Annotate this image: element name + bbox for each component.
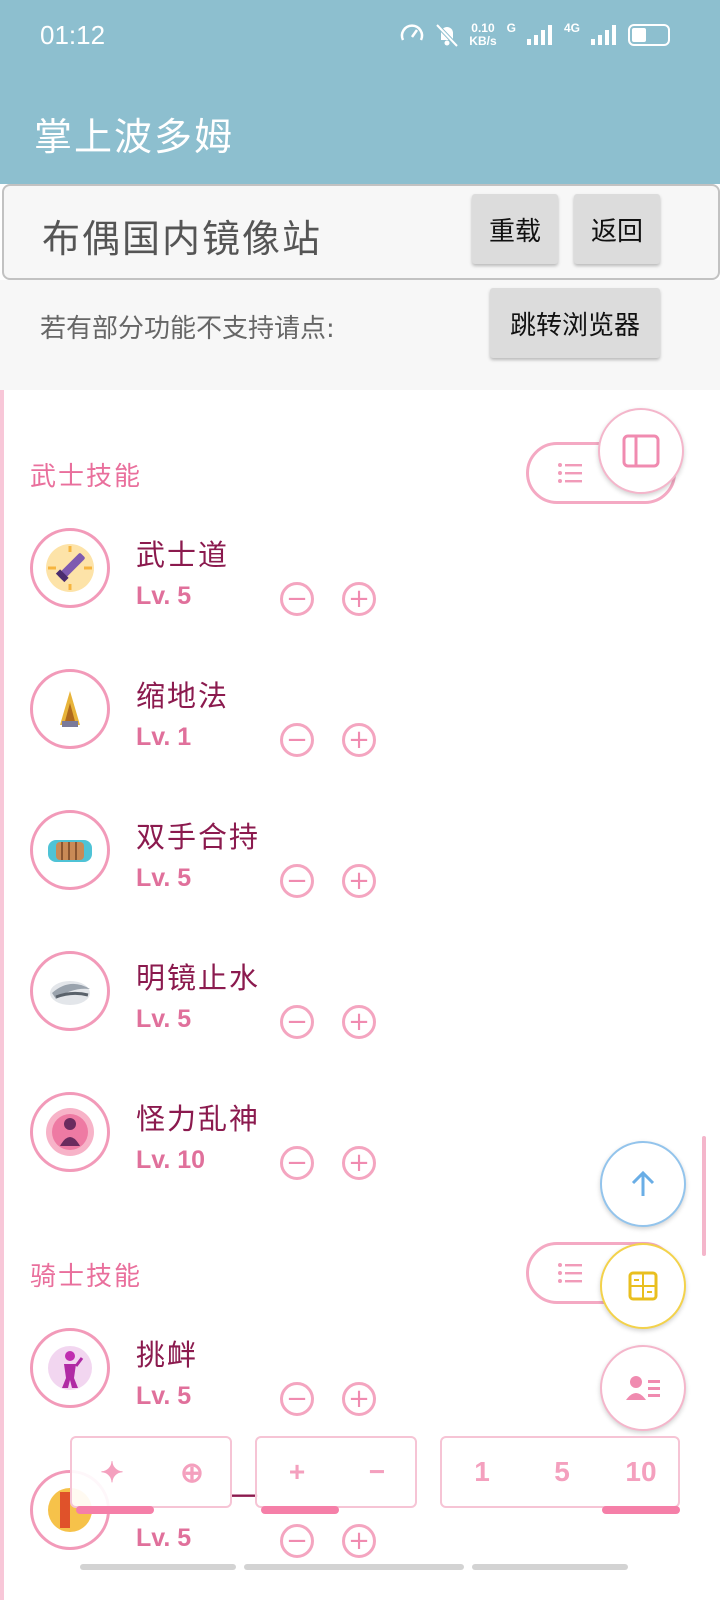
decrease-level-button[interactable]: − <box>280 1524 314 1558</box>
notice-text: 若有部分功能不支持请点: <box>40 314 335 344</box>
step-10-button[interactable]: 10 <box>602 1438 680 1506</box>
skill-level: Lv. 5 <box>136 582 192 610</box>
battery-icon <box>628 24 670 46</box>
back-button[interactable]: 返回 <box>574 194 660 264</box>
increase-level-button[interactable]: + <box>342 1382 376 1416</box>
skill-row: 武士道 Lv. 5 − + <box>30 528 530 628</box>
add-circle-mode-button[interactable]: ⊕ <box>152 1438 232 1506</box>
scrollbar-thumb[interactable] <box>702 1136 706 1256</box>
speedometer-icon <box>401 24 424 41</box>
fist-icon <box>48 840 92 862</box>
skill-level: Lv. 1 <box>136 723 192 751</box>
minus-mode-button[interactable]: − <box>337 1438 417 1506</box>
horizontal-scroll-segment <box>80 1564 236 1570</box>
scroll-to-top-button[interactable] <box>600 1141 686 1227</box>
skill-avatar-two-hand <box>30 810 110 890</box>
reload-button[interactable]: 重载 <box>472 194 558 264</box>
step-button-group: 1 5 10 <box>440 1436 680 1514</box>
sword-icon <box>46 544 94 592</box>
skill-level: Lv. 5 <box>136 864 192 892</box>
network-type-2: 4G <box>563 21 580 35</box>
skill-avatar-mirror <box>30 951 110 1031</box>
horizontal-scroll-segment <box>244 1564 464 1570</box>
character-profile-button[interactable] <box>600 1345 686 1431</box>
skill-name: 双手合持 <box>136 820 261 854</box>
section-title-samurai: 武士技能 <box>30 462 143 492</box>
signal-icon-2 <box>591 25 616 45</box>
app-title: 掌上波多姆 <box>34 115 235 159</box>
app-bar: 掌上波多姆 <box>0 72 720 184</box>
status-icons: 0.10 KB/s G 4G <box>399 21 670 48</box>
dash-icon <box>60 691 80 727</box>
calculator-button[interactable] <box>600 1243 686 1329</box>
skill-avatar-berserk <box>30 1092 110 1172</box>
skill-row: 双手合持 Lv. 5 − + <box>30 810 530 910</box>
increase-level-button[interactable]: + <box>342 1146 376 1180</box>
increase-level-button[interactable]: + <box>342 864 376 898</box>
sparkle-mode-button[interactable]: ✦ <box>72 1438 152 1506</box>
skill-avatar-provoke <box>30 1328 110 1408</box>
skill-row: 缩地法 Lv. 1 − + <box>30 669 530 769</box>
step-5-button[interactable]: 5 <box>522 1438 602 1506</box>
skill-level: Lv. 5 <box>136 1005 192 1033</box>
signal-icon <box>526 25 552 45</box>
skill-row: 怪力乱神 Lv. 10 − + <box>30 1092 530 1192</box>
decrease-level-button[interactable]: − <box>280 582 314 616</box>
skill-row: 明镜止水 Lv. 5 − + <box>30 951 530 1051</box>
increase-level-button[interactable]: + <box>342 582 376 616</box>
calculator-icon <box>628 1271 658 1301</box>
section-title-knight: 骑士技能 <box>30 1262 143 1292</box>
operation-button-group: + − <box>255 1436 417 1514</box>
decrease-level-button[interactable]: − <box>280 1146 314 1180</box>
skill-name: 武士道 <box>136 538 230 572</box>
warrior-icon <box>46 1108 94 1156</box>
status-bar: 01:12 0.10 KB/s G 4G <box>0 0 720 72</box>
plus-mode-button[interactable]: + <box>257 1438 337 1506</box>
open-browser-button[interactable]: 跳转浏览器 <box>490 288 660 358</box>
decrease-level-button[interactable]: − <box>280 723 314 757</box>
mode-indicator <box>76 1506 154 1514</box>
network-speed-unit: KB/s <box>469 34 497 48</box>
skill-name: 明镜止水 <box>136 961 261 995</box>
blade-icon <box>50 981 90 1005</box>
list-icon <box>558 463 582 483</box>
decrease-level-button[interactable]: − <box>280 1382 314 1416</box>
skill-level: Lv. 10 <box>136 1146 206 1174</box>
browser-notice: 若有部分功能不支持请点: 跳转浏览器 <box>0 280 720 390</box>
mirror-site-card: 布偶国内镜像站 重载 返回 <box>2 184 720 280</box>
taunt-icon <box>48 1346 92 1390</box>
skill-name: 缩地法 <box>136 679 230 713</box>
network-speed: 0.10 KB/s <box>469 22 496 48</box>
muted-bell-icon <box>435 23 459 48</box>
decrease-level-button[interactable]: − <box>280 1005 314 1039</box>
increase-level-button[interactable]: + <box>342 1524 376 1558</box>
skill-level: Lv. 5 <box>136 1524 192 1552</box>
panel-icon <box>622 434 660 468</box>
list-icon <box>558 1263 582 1283</box>
decrease-level-button[interactable]: − <box>280 864 314 898</box>
status-time: 01:12 <box>40 20 106 50</box>
panel-toggle-button[interactable] <box>598 408 684 494</box>
step-indicator <box>602 1506 680 1514</box>
mirror-site-title: 布偶国内镜像站 <box>42 217 323 261</box>
skill-name: 挑衅 <box>136 1338 199 1372</box>
mode-button-group: ✦ ⊕ <box>70 1436 232 1514</box>
increase-level-button[interactable]: + <box>342 723 376 757</box>
skill-name: 怪力乱神 <box>136 1102 261 1136</box>
increase-level-button[interactable]: + <box>342 1005 376 1039</box>
arrow-up-icon <box>631 1170 655 1196</box>
skill-avatar-shukuchi <box>30 669 110 749</box>
network-type-1: G <box>506 21 516 35</box>
horizontal-scroll-segment <box>472 1564 628 1570</box>
skill-avatar-bushido <box>30 528 110 608</box>
user-list-icon <box>626 1376 660 1400</box>
operation-indicator <box>261 1506 339 1514</box>
skill-row: 挑衅 Lv. 5 − + <box>30 1328 530 1428</box>
step-1-button[interactable]: 1 <box>442 1438 522 1506</box>
skill-level: Lv. 5 <box>136 1382 192 1410</box>
